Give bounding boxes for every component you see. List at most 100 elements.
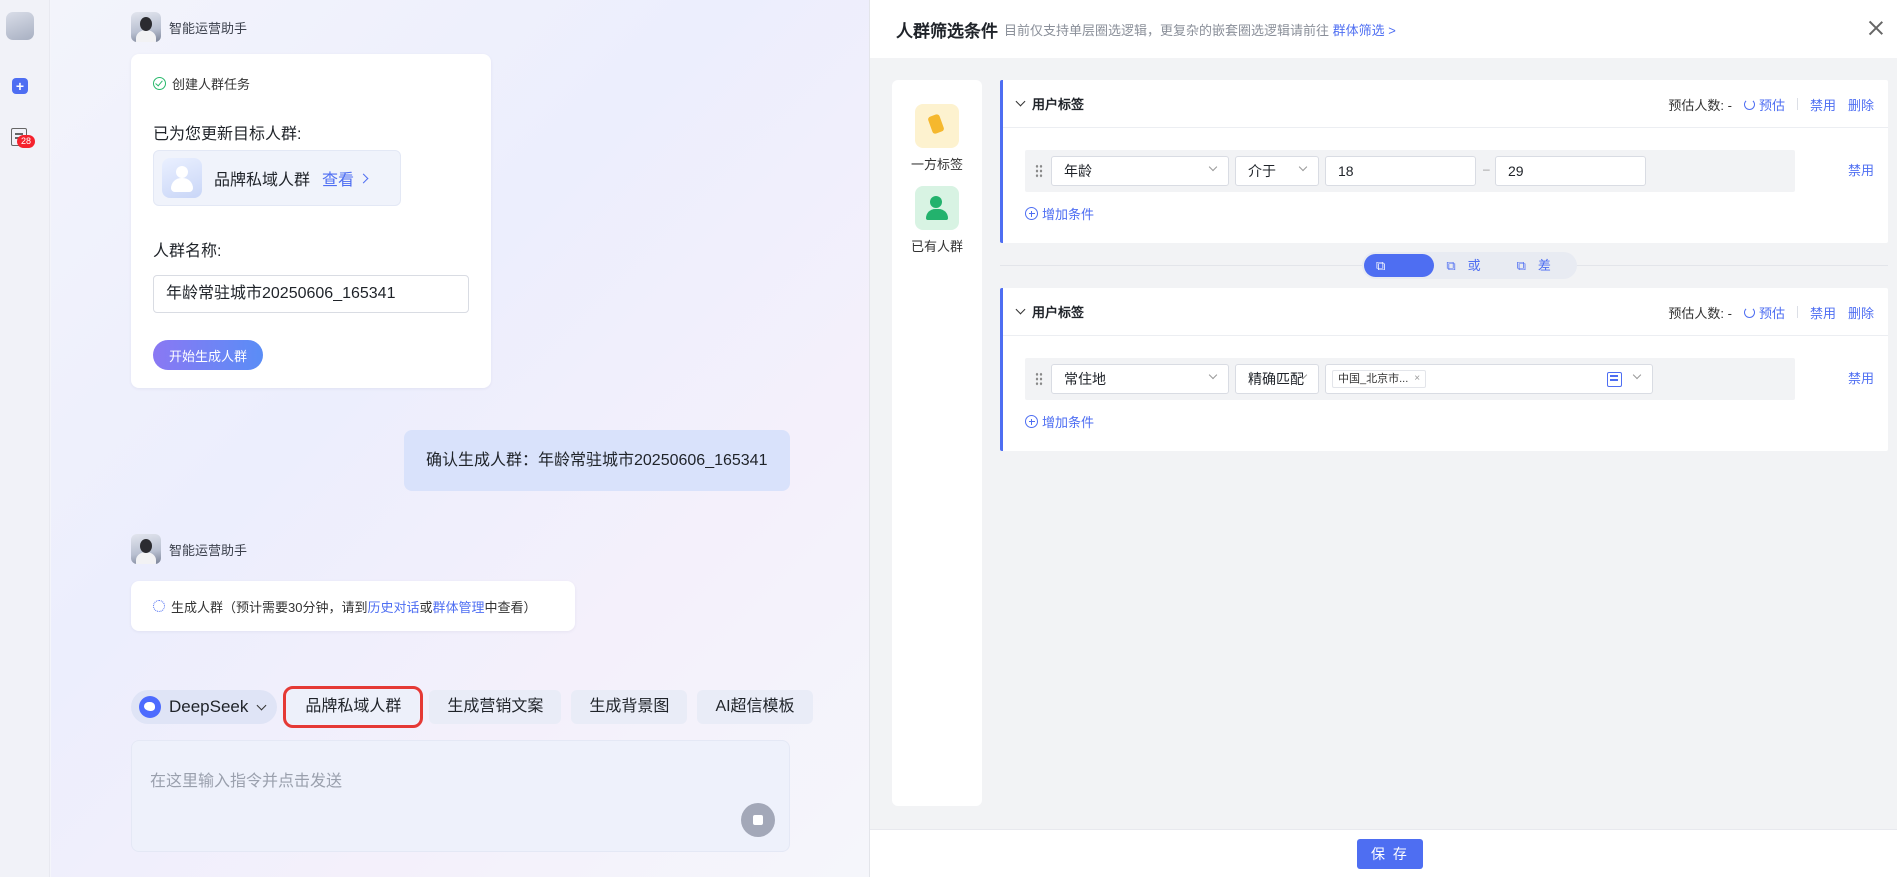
source-existing-crowds[interactable]: 已有人群 (892, 186, 982, 255)
group-actions: 预估人数: - 预估 禁用 删除 (1668, 80, 1874, 128)
operator-select[interactable]: 介于 (1235, 156, 1319, 186)
filter-panel: 人群筛选条件 目前仅支持单层圈选逻辑，更复杂的嵌套圈选逻辑请前往 群体筛选 > … (869, 0, 1897, 877)
range-to-input[interactable]: 29 (1495, 156, 1646, 186)
condition-row: 年龄 介于 18 – 29 (1025, 150, 1795, 192)
disable-condition-button[interactable]: 禁用 (1848, 160, 1874, 179)
refresh-icon (1743, 98, 1755, 110)
check-circle-icon (153, 77, 166, 90)
chevron-down-icon (1632, 370, 1642, 380)
loading-spinner-icon (153, 600, 165, 612)
close-icon[interactable] (1868, 20, 1884, 36)
agent-avatar (131, 12, 161, 42)
agent-name: 智能运营助手 (169, 20, 248, 36)
add-condition-button[interactable]: 增加条件 (1025, 204, 1094, 223)
source-first-party-tags[interactable]: 一方标签 (892, 104, 982, 173)
start-generate-button[interactable]: 开始生成人群 (153, 340, 264, 370)
plus-circle-icon (1025, 415, 1038, 428)
condition-group-2: 用户标签 预估人数: - 预估 禁用 删除 常住地 精确匹配 中国_北京市...… (1000, 288, 1888, 451)
chevron-down-icon (256, 700, 267, 710)
estimate-button[interactable]: 预估 (1743, 303, 1785, 322)
quick-action-background-image[interactable]: 生成背景图 (571, 690, 688, 724)
status-card: 生成人群（预计需要30分钟，请到历史对话或群体管理中查看） (131, 581, 575, 631)
disable-condition-button[interactable]: 禁用 (1848, 368, 1874, 387)
panel-title: 人群筛选条件 (896, 21, 998, 41)
crowd-name-input[interactable]: 年龄常驻城市20250606_165341 (153, 275, 469, 313)
field-select[interactable]: 年龄 (1051, 156, 1229, 186)
condition-row: 常住地 精确匹配 中国_北京市... × (1025, 358, 1795, 400)
field-select[interactable]: 常住地 (1051, 364, 1229, 394)
add-condition-button[interactable]: 增加条件 (1025, 412, 1094, 431)
quick-action-marketing-copy[interactable]: 生成营销文案 (429, 690, 562, 724)
value-tag: 中国_北京市... × (1332, 370, 1427, 388)
chevron-down-icon (1298, 162, 1308, 172)
drag-handle-icon[interactable] (1035, 164, 1043, 178)
tag-icon (915, 104, 959, 148)
model-selector[interactable]: DeepSeek (131, 690, 278, 724)
message-composer[interactable]: 在这里输入指令并点击发送 (131, 740, 790, 852)
range-dash: – (1483, 162, 1490, 176)
logic-or-option[interactable]: ⧉ 或 (1434, 254, 1504, 277)
crowd-name: 品牌私域人群 (214, 172, 311, 189)
people-icon (915, 186, 959, 230)
group-title: 用户标签 (1032, 305, 1085, 320)
updated-label: 已为您更新目标人群: (153, 126, 302, 143)
divider (1796, 306, 1798, 318)
left-rail: + 28 (0, 0, 50, 877)
agent-header: 智能运营助手 (131, 12, 247, 42)
view-crowd-link[interactable]: 查看 (322, 166, 369, 190)
group-actions: 预估人数: - 预估 禁用 删除 (1668, 288, 1874, 336)
name-label: 人群名称: (153, 243, 222, 260)
panel-subtitle: 目前仅支持单层圈选逻辑，更复杂的嵌套圈选逻辑请前往 群体筛选 > (1004, 22, 1396, 38)
range-from-input[interactable]: 18 (1325, 156, 1476, 186)
save-button[interactable]: 保 存 (1357, 839, 1423, 869)
task-card: 创建人群任务 已为您更新目标人群: 品牌私域人群 查看 人群名称: 年龄常驻城市… (131, 54, 491, 388)
source-column: 一方标签 已有人群 (892, 80, 982, 806)
divider (1796, 98, 1798, 110)
logic-and-option[interactable]: ⧉ 且 (1364, 254, 1435, 277)
composer-placeholder: 在这里输入指令并点击发送 (150, 773, 343, 790)
disable-group-button[interactable]: 禁用 (1810, 303, 1836, 322)
user-message-bubble: 确认生成人群：年龄常驻城市20250606_165341 (404, 430, 790, 491)
group-header: 用户标签 预估人数: - 预估 禁用 删除 (1003, 288, 1888, 336)
refresh-icon (1743, 306, 1755, 318)
panel-header: 人群筛选条件 目前仅支持单层圈选逻辑，更复杂的嵌套圈选逻辑请前往 群体筛选 > (870, 0, 1897, 58)
collapse-chevron-icon[interactable] (1015, 96, 1026, 107)
group-filter-link[interactable]: 群体筛选 > (1333, 23, 1396, 38)
group-manage-link[interactable]: 群体管理 (433, 600, 485, 615)
logic-switch: ⧉ 且 ⧉ 或 ⧉ 差 (1362, 252, 1577, 279)
new-chat-plus-icon[interactable]: + (12, 78, 28, 94)
crowd-person-icon (162, 158, 202, 198)
group-title: 用户标签 (1032, 97, 1085, 112)
panel-footer: 保 存 (870, 829, 1897, 877)
value-multiselect[interactable]: 中国_北京市... × (1325, 364, 1653, 394)
logic-diff-option[interactable]: ⧉ 差 (1505, 254, 1575, 277)
chevron-down-icon (1208, 162, 1218, 172)
estimate-button[interactable]: 预估 (1743, 95, 1785, 114)
disable-group-button[interactable]: 禁用 (1810, 95, 1836, 114)
agent-avatar (131, 534, 161, 564)
notification-badge: 28 (17, 135, 35, 148)
collapse-chevron-icon[interactable] (1015, 304, 1026, 315)
operator-select[interactable]: 精确匹配 (1235, 364, 1319, 394)
estimate-label: 预估人数: - (1668, 97, 1732, 113)
list-picker-icon[interactable] (1607, 372, 1622, 387)
remove-tag-icon[interactable]: × (1414, 371, 1420, 387)
delete-group-button[interactable]: 删除 (1848, 303, 1874, 322)
plus-circle-icon (1025, 207, 1038, 220)
crowd-chip: 品牌私域人群 查看 (153, 150, 401, 206)
chevron-down-icon (1208, 370, 1218, 380)
condition-group-1: 用户标签 预估人数: - 预估 禁用 删除 年龄 介于 18 – 29 禁用 增… (1000, 80, 1888, 243)
delete-group-button[interactable]: 删除 (1848, 95, 1874, 114)
user-avatar[interactable] (6, 12, 34, 40)
quick-actions-row: DeepSeek 品牌私域人群 生成营销文案 生成背景图 AI超信模板 (131, 686, 813, 728)
quick-action-brand-crowd[interactable]: 品牌私域人群 (283, 686, 424, 728)
quick-action-ai-template[interactable]: AI超信模板 (697, 690, 813, 724)
chat-area: 智能运营助手 创建人群任务 已为您更新目标人群: 品牌私域人群 查看 人群名称:… (51, 0, 869, 877)
stop-button[interactable] (741, 803, 775, 837)
estimate-label: 预估人数: - (1668, 305, 1732, 321)
task-title: 创建人群任务 (153, 74, 250, 93)
agent-header-2: 智能运营助手 (131, 534, 247, 564)
history-link[interactable]: 历史对话 (367, 600, 419, 615)
drag-handle-icon[interactable] (1035, 372, 1043, 386)
agent-name: 智能运营助手 (169, 542, 248, 558)
